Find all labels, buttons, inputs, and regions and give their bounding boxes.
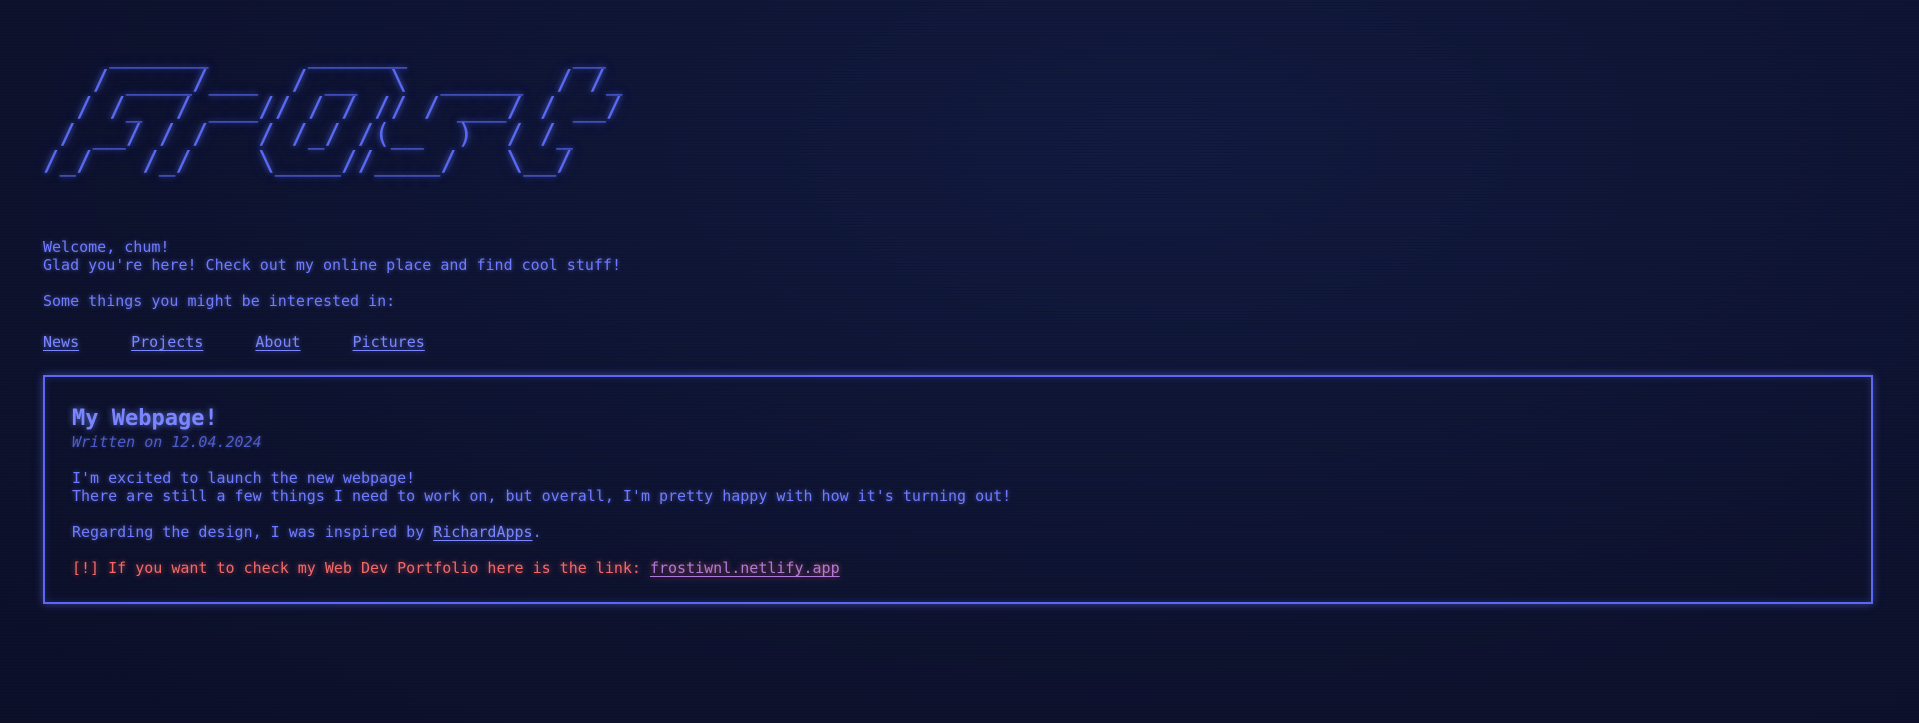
post-line: There are still a few things I need to w… [72,487,1012,505]
welcome-text: Welcome, chum! Glad you're here! Check o… [43,238,621,274]
news-post: My Webpage! Written on 12.04.2024 I'm ex… [43,375,1873,604]
main-nav: News Projects About Pictures [43,333,425,351]
design-paragraph: Regarding the design, I was inspired by … [72,523,1011,541]
nav-link-about[interactable]: About [255,333,300,351]
nav-link-projects[interactable]: Projects [131,333,203,351]
post-body: My Webpage! Written on 12.04.2024 I'm ex… [72,406,1011,578]
welcome-line: Welcome, chum! [43,238,170,256]
richardapps-link[interactable]: RichardApps [433,523,532,541]
nav-link-news[interactable]: News [43,333,79,351]
post-date: Written on 12.04.2024 [72,433,262,451]
design-text: Regarding the design, I was inspired by [72,523,434,541]
portfolio-notice: [!] If you want to check my Web Dev Port… [72,559,1011,577]
portfolio-link[interactable]: frostiwnl.netlify.app [650,559,840,577]
design-suffix: . [532,523,542,541]
post-title: My Webpage! [72,406,218,431]
portfolio-text: [!] If you want to check my Web Dev Port… [72,559,650,577]
ascii-logo: ______ ______ __ / ____/___ / __ \ _____… [43,37,623,177]
post-line: I'm excited to launch the new webpage! [72,469,416,487]
interest-text: Some things you might be interested in: [43,292,396,310]
glad-line: Glad you're here! Check out my online pl… [43,256,621,274]
post-paragraph: I'm excited to launch the new webpage! T… [72,469,1011,505]
nav-link-pictures[interactable]: Pictures [353,333,425,351]
